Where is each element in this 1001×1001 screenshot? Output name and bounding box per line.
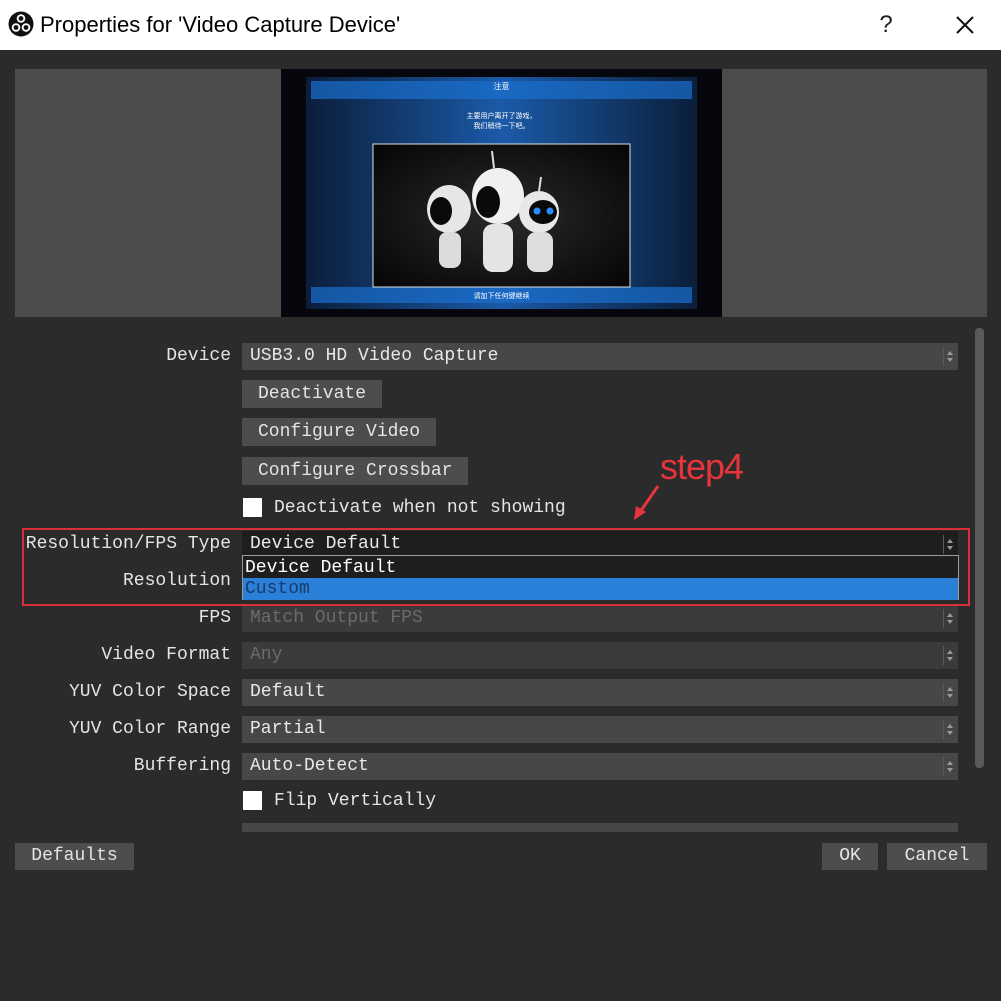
help-button[interactable]: ?: [870, 8, 902, 42]
combo-arrows-icon: [943, 646, 954, 665]
preview-footer-text: 请加下任何键继续: [473, 292, 530, 300]
checkbox-box[interactable]: [243, 791, 262, 810]
dropdown-option-device-default[interactable]: Device Default: [243, 557, 958, 579]
buffering-value: Auto-Detect: [250, 756, 369, 776]
combo-arrows-icon: [943, 347, 954, 366]
configure-video-button[interactable]: Configure Video: [242, 418, 437, 446]
resolution-fps-type-dropdown[interactable]: Device Default Custom: [242, 555, 959, 600]
yuv-color-space-combo[interactable]: Default: [242, 679, 958, 706]
cancel-button[interactable]: Cancel: [887, 843, 987, 870]
annotation-step-label: step4: [660, 446, 744, 487]
buffering-label: Buffering: [133, 756, 231, 776]
preview-header-text: 注意: [493, 82, 510, 91]
combo-arrows-icon: [943, 609, 954, 628]
video-format-value: Any: [250, 645, 283, 665]
preview-message-line1: 主要用户离开了游戏，: [466, 112, 537, 120]
resolution-fps-type-combo[interactable]: Device Default: [242, 531, 958, 558]
device-combo[interactable]: USB3.0 HD Video Capture: [242, 343, 958, 370]
checkbox-box[interactable]: [243, 498, 262, 517]
device-label: Device: [166, 346, 231, 366]
obs-logo-icon: [8, 11, 34, 37]
preview-image: [306, 77, 697, 309]
defaults-button[interactable]: Defaults: [15, 843, 134, 870]
yuv-color-space-value: Default: [250, 682, 326, 702]
yuv-color-range-value: Partial: [250, 719, 326, 739]
resolution-fps-type-label: Resolution/FPS Type: [25, 534, 231, 554]
combo-arrows-icon: [943, 757, 954, 776]
checkbox-label: Deactivate when not showing: [274, 498, 566, 518]
video-preview: 注意 主要用户离开了游戏， 我们稍待一下吧。 请加下任何键继续: [281, 69, 722, 317]
combo-arrows-icon: [943, 720, 954, 739]
device-value: USB3.0 HD Video Capture: [250, 346, 499, 366]
yuv-color-range-label: YUV Color Range: [68, 719, 231, 739]
fps-label: FPS: [198, 608, 231, 628]
dropdown-option-custom[interactable]: Custom: [243, 578, 958, 600]
title-bar: Properties for 'Video Capture Device' ?: [0, 0, 1001, 50]
close-icon[interactable]: [948, 8, 982, 42]
yuv-color-range-combo[interactable]: Partial: [242, 716, 958, 743]
configure-crossbar-button[interactable]: Configure Crossbar: [242, 457, 469, 485]
preview-message-line2: 我们稍待一下吧。: [473, 122, 530, 130]
combo-arrows-icon: [943, 683, 954, 702]
video-format-combo: Any: [242, 642, 958, 669]
resolution-label: Resolution: [122, 571, 231, 591]
video-format-label: Video Format: [101, 645, 231, 665]
vertical-scrollbar[interactable]: [975, 328, 984, 768]
resolution-fps-type-value: Device Default: [250, 534, 402, 554]
fps-combo: Match Output FPS: [242, 605, 958, 632]
combo-arrows-icon: [943, 535, 954, 554]
buffering-combo[interactable]: Auto-Detect: [242, 753, 958, 780]
clipped-row: [242, 823, 958, 832]
window-title: Properties for 'Video Capture Device': [40, 12, 401, 37]
checkbox-label: Flip Vertically: [274, 791, 437, 811]
fps-value: Match Output FPS: [250, 608, 423, 628]
annotation-arrow-icon: [634, 485, 660, 520]
ok-button[interactable]: OK: [822, 843, 878, 870]
deactivate-button[interactable]: Deactivate: [242, 380, 383, 408]
yuv-color-space-label: YUV Color Space: [68, 682, 231, 702]
